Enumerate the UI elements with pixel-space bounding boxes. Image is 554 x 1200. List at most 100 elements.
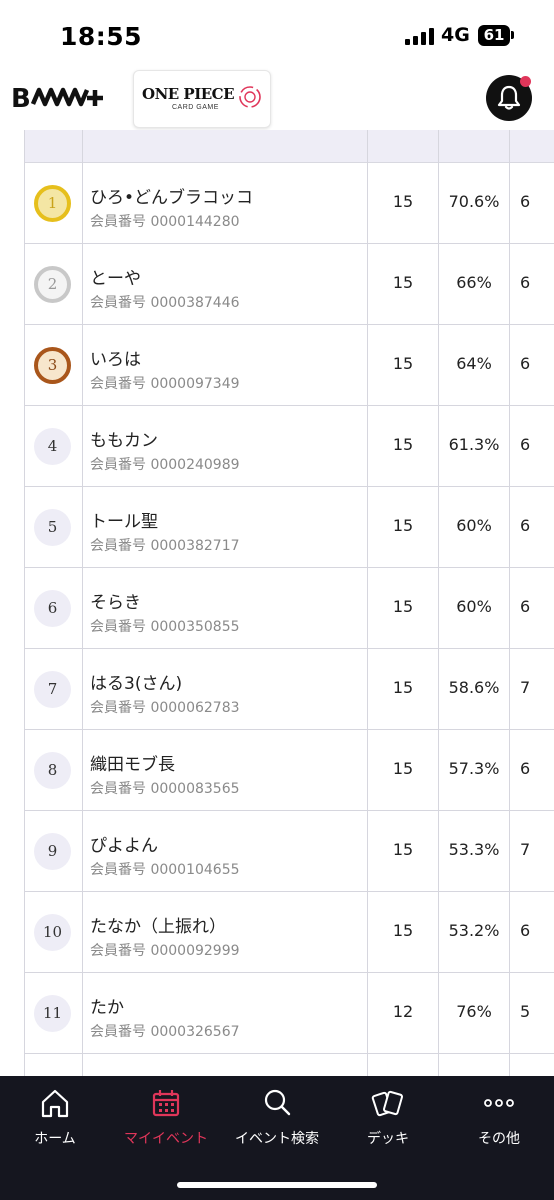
tab-event-search[interactable]: イベント検索 bbox=[222, 1076, 332, 1156]
tab-label: マイイベント bbox=[124, 1131, 208, 1147]
table-row[interactable]: 5 トール聖 会員番号 0000382717 15 60% 6 bbox=[24, 487, 554, 568]
clipped-column-value: 6 bbox=[520, 759, 531, 778]
home-indicator bbox=[177, 1182, 377, 1188]
rank-badge-bronze: 3 bbox=[34, 347, 71, 384]
games-played: 15 bbox=[392, 516, 414, 535]
battery-icon: 61 bbox=[478, 25, 510, 46]
table-row[interactable]: 1 ひろ•どんブラコッコ 会員番号 0000144280 15 70.6% 6 bbox=[24, 163, 554, 244]
member-number: 会員番号 0000387446 bbox=[90, 295, 240, 311]
member-number: 会員番号 0000092999 bbox=[90, 943, 240, 959]
games-played: 15 bbox=[392, 921, 414, 940]
rank-badge: 9 bbox=[34, 833, 71, 870]
clipped-column-value: 7 bbox=[520, 678, 531, 697]
player-name: 織田モブ長 bbox=[90, 755, 175, 775]
rank-badge: 5 bbox=[34, 509, 71, 546]
member-number: 会員番号 0000104655 bbox=[90, 862, 240, 878]
clipped-column-value: 6 bbox=[520, 354, 531, 373]
table-row[interactable]: 6 そらき 会員番号 0000350855 15 60% 6 bbox=[24, 568, 554, 649]
game-logo-title: ONE PIECE bbox=[142, 85, 235, 103]
member-number: 会員番号 0000326567 bbox=[90, 1024, 240, 1040]
player-name: いろは bbox=[90, 350, 141, 370]
rank-badge-gold: 1 bbox=[34, 185, 71, 222]
win-rate: 64% bbox=[456, 354, 492, 373]
tab-deck[interactable]: デッキ bbox=[333, 1076, 443, 1156]
win-rate: 53.3% bbox=[448, 840, 500, 859]
win-rate: 61.3% bbox=[448, 435, 500, 454]
player-name: ぴよよん bbox=[90, 836, 158, 856]
notification-badge bbox=[520, 76, 531, 87]
tab-my-events[interactable]: マイイベント bbox=[111, 1076, 221, 1156]
ranking-table[interactable]: 1 ひろ•どんブラコッコ 会員番号 0000144280 15 70.6% 6 … bbox=[0, 130, 554, 1076]
battery-level: 61 bbox=[483, 26, 505, 44]
tab-label: ホーム bbox=[34, 1131, 76, 1147]
rank-badge: 4 bbox=[34, 428, 71, 465]
win-rate: 60% bbox=[456, 516, 492, 535]
svg-text:B: B bbox=[11, 84, 30, 112]
rank-badge: 11 bbox=[34, 995, 71, 1032]
win-rate: 60% bbox=[456, 597, 492, 616]
rank-badge: 7 bbox=[34, 671, 71, 708]
tab-more[interactable]: その他 bbox=[444, 1076, 554, 1156]
table-row[interactable]: 10 たなか（上振れ） 会員番号 0000092999 15 53.2% 6 bbox=[24, 892, 554, 973]
calendar-icon bbox=[152, 1090, 180, 1117]
rank-badge: 8 bbox=[34, 752, 71, 789]
win-rate: 76% bbox=[456, 1002, 492, 1021]
table-row[interactable]: 2 とーや 会員番号 0000387446 15 66% 6 bbox=[24, 244, 554, 325]
bell-icon bbox=[497, 85, 521, 110]
member-number: 会員番号 0000083565 bbox=[90, 781, 240, 797]
clipped-column-value: 6 bbox=[520, 597, 531, 616]
table-row[interactable]: 8 織田モブ長 会員番号 0000083565 15 57.3% 6 bbox=[24, 730, 554, 811]
player-name: ももカン bbox=[90, 431, 158, 451]
status-time: 18:55 bbox=[60, 22, 143, 51]
player-name: たか bbox=[90, 998, 124, 1018]
table-row[interactable]: 11 たか 会員番号 0000326567 12 76% 5 bbox=[24, 973, 554, 1054]
win-rate: 58.6% bbox=[448, 678, 500, 697]
win-rate: 70.6% bbox=[448, 192, 500, 211]
more-icon bbox=[484, 1099, 514, 1107]
member-number: 会員番号 0000240989 bbox=[90, 457, 240, 473]
games-played: 15 bbox=[392, 435, 414, 454]
status-bar: 18:55 4G 61 bbox=[0, 0, 554, 62]
member-number: 会員番号 0000144280 bbox=[90, 214, 240, 230]
row-divider bbox=[24, 1053, 554, 1054]
win-rate: 57.3% bbox=[448, 759, 500, 778]
games-played: 15 bbox=[392, 273, 414, 292]
rank-badge: 6 bbox=[34, 590, 71, 627]
tab-label: その他 bbox=[478, 1131, 520, 1147]
member-number: 会員番号 0000097349 bbox=[90, 376, 240, 392]
player-name: ひろ•どんブラコッコ bbox=[90, 188, 254, 208]
search-icon bbox=[264, 1089, 291, 1116]
table-header-row bbox=[24, 130, 554, 163]
clipped-column-value: 5 bbox=[520, 1002, 531, 1021]
home-icon bbox=[41, 1089, 69, 1118]
games-played: 12 bbox=[392, 1002, 414, 1021]
player-name: たなか（上振れ） bbox=[90, 917, 226, 937]
clipped-column-value: 6 bbox=[520, 192, 531, 211]
battery-tip bbox=[511, 31, 514, 39]
games-played: 15 bbox=[392, 192, 414, 211]
signal-icon bbox=[405, 28, 435, 45]
rank-badge: 10 bbox=[34, 914, 71, 951]
win-rate: 53.2% bbox=[448, 921, 500, 940]
games-played: 15 bbox=[392, 759, 414, 778]
app-header: B ONE PIECE CARD GAME bbox=[0, 62, 554, 130]
member-number: 会員番号 0000382717 bbox=[90, 538, 240, 554]
games-played: 15 bbox=[392, 678, 414, 697]
tab-home[interactable]: ホーム bbox=[0, 1076, 110, 1156]
games-played: 15 bbox=[392, 597, 414, 616]
table-row[interactable]: 3 いろは 会員番号 0000097349 15 64% 6 bbox=[24, 325, 554, 406]
player-name: そらき bbox=[90, 593, 141, 613]
member-number: 会員番号 0000350855 bbox=[90, 619, 240, 635]
clipped-column-value: 6 bbox=[520, 273, 531, 292]
brand-logo[interactable]: B bbox=[11, 82, 113, 112]
clipped-column-value: 7 bbox=[520, 840, 531, 859]
games-played: 15 bbox=[392, 840, 414, 859]
member-number: 会員番号 0000062783 bbox=[90, 700, 240, 716]
cards-icon bbox=[371, 1090, 404, 1117]
clipped-column-value: 6 bbox=[520, 435, 531, 454]
table-row[interactable]: 9 ぴよよん 会員番号 0000104655 15 53.3% 7 bbox=[24, 811, 554, 892]
game-logo[interactable]: ONE PIECE CARD GAME bbox=[133, 70, 271, 128]
table-row[interactable]: 4 ももカン 会員番号 0000240989 15 61.3% 6 bbox=[24, 406, 554, 487]
player-name: とーや bbox=[90, 269, 141, 289]
table-row[interactable]: 7 はる3(さん) 会員番号 0000062783 15 58.6% 7 bbox=[24, 649, 554, 730]
